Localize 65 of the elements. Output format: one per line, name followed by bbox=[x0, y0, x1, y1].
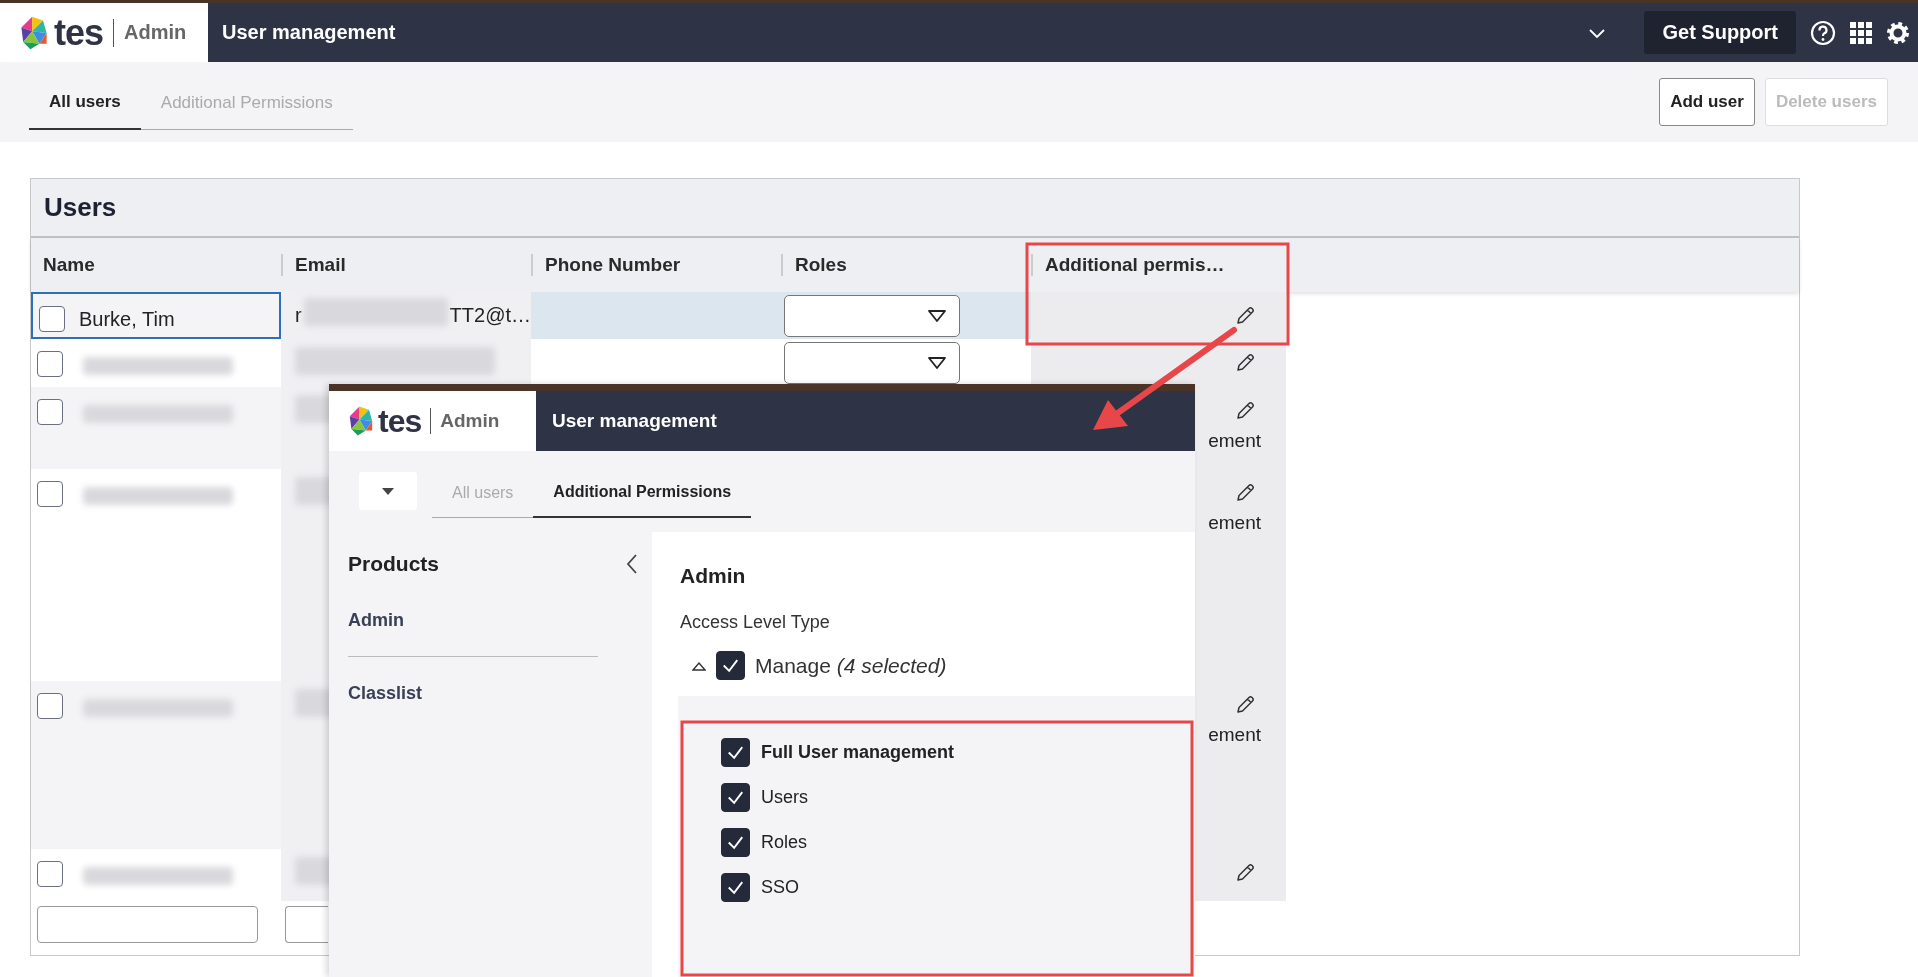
checkbox[interactable] bbox=[37, 399, 63, 425]
section-title: Products bbox=[348, 552, 439, 576]
checkbox[interactable] bbox=[39, 306, 65, 332]
option-label: Roles bbox=[761, 832, 808, 853]
group-label: Manage (4 selected) bbox=[755, 653, 947, 678]
panel-title: Users bbox=[44, 192, 117, 223]
checkbox[interactable] bbox=[37, 351, 63, 377]
help-icon[interactable] bbox=[1810, 19, 1836, 46]
checkbox[interactable] bbox=[721, 828, 750, 857]
caret-icon bbox=[927, 356, 947, 370]
checkbox[interactable] bbox=[37, 693, 63, 719]
checkbox[interactable] bbox=[721, 783, 750, 812]
chevron-down-icon[interactable] bbox=[1588, 26, 1607, 39]
checkbox[interactable] bbox=[37, 861, 63, 887]
field-label: Access Level Type bbox=[680, 612, 831, 633]
checkbox[interactable] bbox=[721, 873, 750, 902]
product-name: Admin bbox=[440, 410, 500, 432]
email-text: TT2@t… bbox=[449, 304, 531, 327]
logo-icon bbox=[347, 405, 375, 437]
checkbox[interactable] bbox=[37, 481, 63, 507]
checkbox[interactable] bbox=[721, 738, 750, 767]
column-header[interactable]: Email bbox=[281, 254, 531, 276]
pencil-icon[interactable] bbox=[1234, 482, 1256, 504]
pencil-icon[interactable] bbox=[1234, 862, 1256, 884]
column-header[interactable]: Additional permis… bbox=[1031, 254, 1281, 276]
column-header[interactable]: Roles bbox=[781, 254, 1031, 276]
settings-icon[interactable] bbox=[1886, 20, 1910, 45]
chevron-left-icon[interactable] bbox=[626, 553, 638, 575]
email-text: r bbox=[295, 304, 302, 327]
page-title: User management bbox=[222, 21, 396, 44]
product-item[interactable]: Admin bbox=[348, 610, 404, 631]
caret-icon[interactable] bbox=[692, 660, 706, 671]
pencil-icon[interactable] bbox=[1234, 400, 1256, 422]
tab[interactable]: Additional Permissions bbox=[533, 469, 752, 518]
permission-text: ement bbox=[1208, 512, 1261, 534]
page-title: User management bbox=[552, 410, 717, 432]
section-title: Admin bbox=[680, 564, 747, 588]
logo-text: tes bbox=[54, 11, 104, 54]
column-header[interactable]: Phone Number bbox=[531, 254, 781, 276]
option-label: Users bbox=[761, 787, 808, 808]
pencil-icon[interactable] bbox=[1234, 352, 1256, 374]
logo-icon bbox=[18, 14, 50, 51]
logo-text: tes bbox=[378, 402, 422, 440]
apps-grid-icon[interactable] bbox=[1850, 21, 1872, 44]
roles-dropdown[interactable] bbox=[784, 342, 960, 384]
get-support-button[interactable]: Get Support bbox=[1644, 11, 1796, 54]
focused-cell[interactable]: Burke, Tim bbox=[31, 292, 281, 339]
add-user-button[interactable]: Add user bbox=[1659, 78, 1755, 126]
permission-text: ement bbox=[1208, 724, 1261, 746]
roles-dropdown[interactable] bbox=[784, 295, 960, 337]
pencil-icon[interactable] bbox=[1234, 694, 1256, 716]
caret-icon bbox=[927, 309, 947, 323]
caret-icon bbox=[382, 487, 394, 495]
product-name: Admin bbox=[124, 21, 187, 44]
option-label: SSO bbox=[761, 877, 799, 898]
product-item[interactable]: Classlist bbox=[348, 683, 423, 704]
filter-field[interactable] bbox=[285, 906, 328, 943]
filter-field[interactable] bbox=[37, 906, 258, 943]
option-label: Full User management bbox=[761, 742, 955, 763]
user-name: Burke, Tim bbox=[79, 308, 175, 331]
permission-text: ement bbox=[1208, 430, 1261, 452]
checkbox[interactable] bbox=[716, 651, 745, 680]
tab[interactable]: All users bbox=[29, 78, 141, 130]
column-header[interactable]: Name bbox=[31, 254, 281, 276]
pencil-icon[interactable] bbox=[1234, 305, 1256, 327]
